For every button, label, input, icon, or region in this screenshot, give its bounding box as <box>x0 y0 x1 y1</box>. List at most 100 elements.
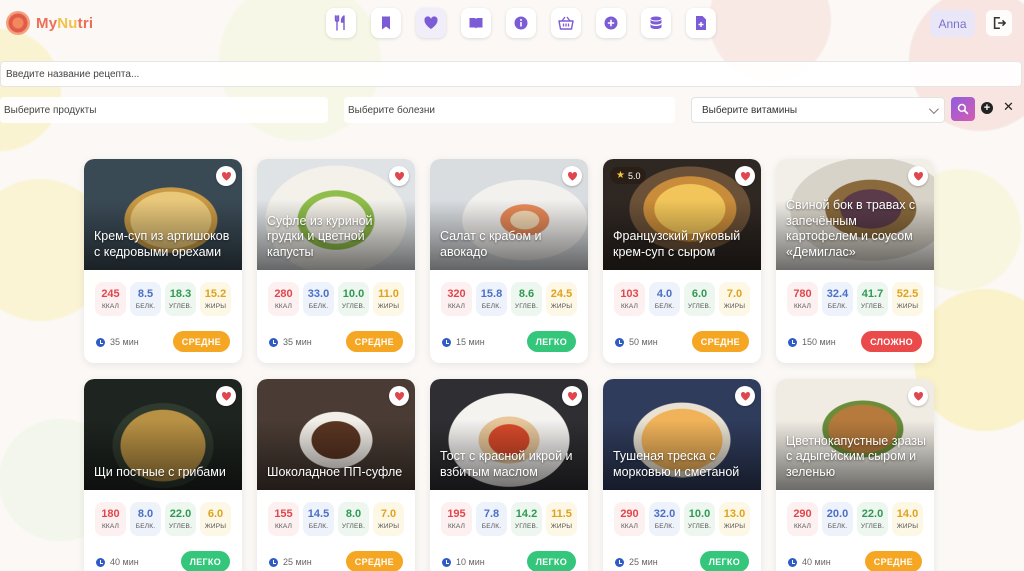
fat-badge: 11.5 ЖИРЫ <box>546 502 577 536</box>
nav-book-button[interactable] <box>461 8 491 38</box>
diseases-placeholder: Выберите болезни <box>348 104 435 116</box>
favorite-button[interactable] <box>908 386 928 406</box>
nav-basket-button[interactable] <box>551 8 581 38</box>
fat-value: 7.0 <box>726 288 743 300</box>
carbs-label: УГЛЕВ. <box>514 523 539 530</box>
clock-icon <box>442 337 451 347</box>
recipe-card[interactable]: Шоколадное ПП-суфле 155 ККАЛ 14.5 БЕЛК. 8.… <box>257 379 415 571</box>
recipe-title[interactable]: Шоколадное ПП-суфле <box>267 465 409 481</box>
recipe-card[interactable]: Крем-суп из артишоков с кедровыми орехам… <box>84 159 242 363</box>
kcal-label: ККАЛ <box>620 303 639 310</box>
recipe-card[interactable]: ★ 5.0 Французский луковый крем-суп с сыро… <box>603 159 761 363</box>
heart-icon <box>394 171 404 181</box>
recipe-title[interactable]: Салат с крабом и авокадо <box>440 229 582 260</box>
recipe-card[interactable]: Свиной бок в травах с запечённым картофе… <box>776 159 934 363</box>
nav-database-button[interactable] <box>641 8 671 38</box>
heart-icon <box>913 171 923 181</box>
nav-recipes-button[interactable] <box>326 8 356 38</box>
rating-badge: ★ 5.0 <box>610 167 647 184</box>
nav-bookmarks-button[interactable] <box>371 8 401 38</box>
nutrition-facts: 290 ККАЛ 32.0 БЕЛК. 10.0 УГЛЕВ. 13.0 ЖИРЫ <box>614 502 750 536</box>
favorite-button[interactable] <box>735 166 755 186</box>
heart-icon <box>424 16 438 29</box>
fat-badge: 13.0 ЖИРЫ <box>719 502 750 536</box>
recipe-image: Свиной бок в травах с запечённым картофе… <box>776 159 934 270</box>
protein-label: БЕЛК. <box>135 523 156 530</box>
difficulty-badge: СРЕДНЕ <box>345 331 403 352</box>
carbs-badge: 10.0 УГЛЕВ. <box>684 502 715 536</box>
products-select[interactable]: Выберите продукты <box>0 97 328 123</box>
protein-badge: 8.5 БЕЛК. <box>130 282 161 316</box>
carbs-value: 8.0 <box>345 508 362 520</box>
recipe-title[interactable]: Крем-суп из артишоков с кедровыми орехам… <box>94 229 236 260</box>
cook-time: 15 мин <box>442 337 485 347</box>
search-button[interactable] <box>951 97 975 121</box>
chevron-down-icon <box>928 103 939 114</box>
cook-time: 40 мин <box>96 557 139 567</box>
nav-add-button[interactable] <box>596 8 626 38</box>
user-profile-button[interactable]: Anna <box>930 10 975 37</box>
protein-badge: 8.0 БЕЛК. <box>130 502 161 536</box>
favorite-button[interactable] <box>562 386 582 406</box>
nav-favorites-button[interactable] <box>416 8 446 38</box>
favorite-button[interactable] <box>216 386 236 406</box>
recipe-title[interactable]: Щи постные с грибами <box>94 465 236 481</box>
difficulty-badge: ЛЕГКО <box>526 551 576 571</box>
clock-icon <box>442 557 451 567</box>
clock-icon <box>269 557 278 567</box>
nutrition-facts: 320 ККАЛ 15.8 БЕЛК. 8.6 УГЛЕВ. 24.5 ЖИРЫ <box>441 282 577 316</box>
fat-badge: 52.5 ЖИРЫ <box>892 282 923 316</box>
cook-time: 150 мин <box>788 337 836 347</box>
main-nav <box>326 8 716 38</box>
carbs-value: 6.0 <box>691 288 708 300</box>
recipe-title[interactable]: Тушеная треска с морковью и сметаной <box>613 449 755 480</box>
nav-info-button[interactable] <box>506 8 536 38</box>
recipe-image: Щи постные с грибами <box>84 379 242 490</box>
recipe-image: Суфле из куриной грудки и цветной капуст… <box>257 159 415 270</box>
carbs-value: 10.0 <box>342 288 365 300</box>
rating-value: 5.0 <box>627 170 641 181</box>
plus-circle-icon <box>604 16 618 30</box>
nav-document-button[interactable] <box>686 8 716 38</box>
recipe-title[interactable]: Тост с красной икрой и взбитым маслом <box>440 449 582 480</box>
kcal-value: 290 <box>793 508 812 520</box>
favorite-button[interactable] <box>735 386 755 406</box>
recipe-card[interactable]: Щи постные с грибами 180 ККАЛ 8.0 БЕЛК. 22… <box>84 379 242 571</box>
nutrition-facts: 180 ККАЛ 8.0 БЕЛК. 22.0 УГЛЕВ. 6.0 ЖИРЫ <box>95 502 231 536</box>
favorite-button[interactable] <box>908 166 928 186</box>
app-logo[interactable]: MyNutri <box>6 11 93 35</box>
recipe-title[interactable]: Цветнокапустные зразы с адыгейским сыром… <box>786 434 928 481</box>
search-icon <box>957 103 969 115</box>
recipe-title[interactable]: Свиной бок в травах с запечённым картофе… <box>786 198 928 260</box>
difficulty-badge: СЛОЖНО <box>861 331 922 352</box>
recipe-title[interactable]: Суфле из куриной грудки и цветной капуст… <box>267 214 409 261</box>
recipe-card[interactable]: Тушеная треска с морковью и сметаной 290… <box>603 379 761 571</box>
heart-icon <box>394 391 404 401</box>
vitamins-select[interactable]: Выберите витамины <box>691 97 945 123</box>
cook-time: 35 мин <box>96 337 139 347</box>
favorite-button[interactable] <box>562 166 582 186</box>
recipe-card[interactable]: Тост с красной икрой и взбитым маслом 19… <box>430 379 588 571</box>
recipe-search-input[interactable] <box>0 61 1022 87</box>
kcal-badge: 195 ККАЛ <box>441 502 472 536</box>
protein-value: 32.4 <box>826 288 849 300</box>
recipe-card[interactable]: Салат с крабом и авокадо 320 ККАЛ 15.8 БЕЛ… <box>430 159 588 363</box>
favorite-button[interactable] <box>389 386 409 406</box>
clear-filters-button[interactable]: ✕ <box>1003 99 1014 115</box>
recipe-card[interactable]: Суфле из куриной грудки и цветной капуст… <box>257 159 415 363</box>
kcal-value: 155 <box>274 508 293 520</box>
diseases-select[interactable]: Выберите болезни <box>344 97 675 123</box>
kcal-label: ККАЛ <box>274 523 293 530</box>
add-filter-button[interactable]: + <box>981 102 993 114</box>
favorite-button[interactable] <box>216 166 236 186</box>
favorite-button[interactable] <box>389 166 409 186</box>
fat-value: 52.5 <box>896 288 919 300</box>
fat-label: ЖИРЫ <box>550 303 573 310</box>
difficulty-badge: СРЕДНЕ <box>691 331 749 352</box>
logout-button[interactable] <box>986 10 1012 36</box>
recipe-title[interactable]: Французский луковый крем-суп с сыром <box>613 229 755 260</box>
clock-icon <box>269 337 278 347</box>
protein-value: 33.0 <box>307 288 330 300</box>
protein-value: 8.0 <box>137 508 154 520</box>
recipe-card[interactable]: Цветнокапустные зразы с адыгейским сыром… <box>776 379 934 571</box>
